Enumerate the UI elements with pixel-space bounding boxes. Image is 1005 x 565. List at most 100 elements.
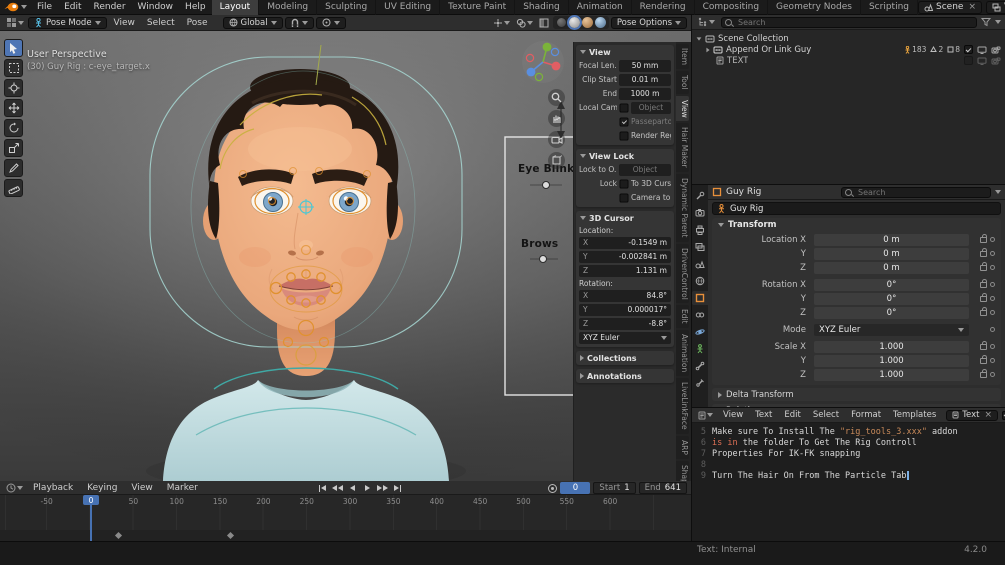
menu-view[interactable]: View bbox=[125, 483, 158, 493]
view-panel-header[interactable]: View bbox=[576, 45, 674, 59]
menu-render[interactable]: Render bbox=[88, 2, 132, 12]
filter-icon[interactable] bbox=[981, 17, 991, 27]
properties-search[interactable] bbox=[841, 187, 991, 198]
cursor-rot-y-field[interactable]: Y0.000017° bbox=[579, 304, 671, 316]
workspace-tab-geometry-nodes[interactable]: Geometry Nodes bbox=[768, 0, 861, 15]
delta-transform-panel[interactable]: Delta Transform bbox=[712, 388, 1001, 401]
tab-bone-constraint-icon[interactable] bbox=[692, 376, 708, 390]
menu-edit[interactable]: Edit bbox=[58, 2, 87, 12]
timeline-scroll-area[interactable] bbox=[0, 530, 691, 541]
code-line[interactable]: 8 bbox=[692, 459, 1005, 470]
workspace-tab-scripting[interactable]: Scripting bbox=[861, 0, 918, 15]
cursor-rotation-mode-dropdown[interactable]: XYZ Euler bbox=[579, 332, 671, 344]
lock-icon[interactable] bbox=[980, 358, 987, 364]
frame-start-field[interactable]: Start1 bbox=[593, 482, 635, 494]
rig-picker-eye-blink-label[interactable]: Eye Blink bbox=[518, 163, 574, 175]
workspace-tab-shading[interactable]: Shading bbox=[515, 0, 569, 15]
menu-select[interactable]: Select bbox=[142, 18, 180, 28]
text-checkbox[interactable] bbox=[964, 56, 973, 65]
animate-decorator-icon[interactable] bbox=[990, 265, 995, 270]
timeline-ruler[interactable]: -50050100150200250300350400450500550600 bbox=[25, 497, 632, 506]
navigation-gizmo[interactable] bbox=[521, 40, 565, 84]
menu-text[interactable]: Text bbox=[751, 410, 776, 420]
workspace-tab-rendering[interactable]: Rendering bbox=[632, 0, 695, 15]
animate-decorator-icon[interactable] bbox=[990, 282, 995, 287]
rotation-mode-dropdown[interactable]: XYZ Euler bbox=[814, 324, 969, 336]
tab-shape-keys-extra[interactable]: Shape_Keys_Extra bbox=[676, 461, 689, 481]
timeline-editor-type-button[interactable] bbox=[4, 482, 25, 494]
eye-left[interactable] bbox=[251, 187, 293, 215]
text-editor-type-button[interactable] bbox=[696, 410, 715, 421]
auto-keying-toggle[interactable] bbox=[548, 484, 557, 493]
cursor-loc-y-field[interactable]: Y-0.002841 m bbox=[579, 251, 671, 263]
camera-to-view-checkbox[interactable] bbox=[620, 193, 629, 202]
tab-render-icon[interactable] bbox=[692, 206, 708, 220]
collection-checkbox[interactable] bbox=[964, 45, 973, 54]
current-frame-field[interactable]: 0 bbox=[560, 482, 590, 494]
scale-x-field[interactable]: 1.000 bbox=[814, 341, 969, 353]
menu-playback[interactable]: Playback bbox=[27, 483, 79, 493]
playhead-frame-badge[interactable]: 0 bbox=[83, 495, 99, 505]
relations-panel[interactable]: Relations bbox=[712, 404, 1001, 407]
show-overlays-toggle[interactable] bbox=[514, 17, 535, 29]
annotations-header[interactable]: Annotations bbox=[576, 369, 674, 383]
tool-rotate[interactable] bbox=[4, 119, 23, 137]
tab-constraints-icon[interactable] bbox=[692, 308, 708, 322]
hide-viewport-icon[interactable] bbox=[977, 46, 987, 54]
transform-panel-header[interactable]: Transform bbox=[712, 218, 1001, 232]
cursor-loc-z-field[interactable]: Z1.131 m bbox=[579, 265, 671, 277]
cursor-rot-x-field[interactable]: X84.8° bbox=[579, 290, 671, 302]
tool-move[interactable] bbox=[4, 99, 23, 117]
tool-select-tweak[interactable] bbox=[4, 39, 23, 57]
tab-tool-icon[interactable] bbox=[692, 189, 708, 203]
animate-decorator-icon[interactable] bbox=[990, 358, 995, 363]
timeline-track[interactable]: -50050100150200250300350400450500550600 … bbox=[0, 495, 691, 541]
mode-selector[interactable]: Pose Mode bbox=[28, 17, 107, 29]
tab-item[interactable]: Item bbox=[676, 44, 689, 69]
menu-templates[interactable]: Templates bbox=[889, 410, 940, 420]
chevron-down-icon[interactable] bbox=[995, 190, 1001, 194]
disable-render-icon[interactable] bbox=[991, 57, 1001, 65]
menu-help[interactable]: Help bbox=[179, 2, 212, 12]
local-camera-checkbox[interactable] bbox=[620, 103, 629, 112]
clip-start-field[interactable]: 0.01 m bbox=[619, 74, 671, 86]
outliner-row-collection[interactable]: Append Or Link Guy 183 2 8 bbox=[692, 44, 1005, 55]
tab-bone-icon[interactable] bbox=[692, 359, 708, 373]
outliner-search[interactable] bbox=[721, 17, 977, 28]
brows-slider[interactable] bbox=[540, 256, 547, 263]
passepartout-checkbox[interactable] bbox=[620, 117, 629, 126]
play-reverse-button[interactable] bbox=[346, 482, 359, 494]
collections-header[interactable]: Collections bbox=[576, 351, 674, 365]
tool-select-box[interactable] bbox=[4, 59, 23, 77]
expand-icon[interactable] bbox=[706, 47, 709, 52]
snap-toggle[interactable] bbox=[285, 17, 314, 29]
viewlayer-selector[interactable]: ViewLayer × bbox=[986, 1, 1005, 14]
tab-view-layer-icon[interactable] bbox=[692, 240, 708, 254]
tool-measure[interactable] bbox=[4, 179, 23, 197]
expand-icon[interactable] bbox=[697, 37, 702, 40]
menu-keying[interactable]: Keying bbox=[81, 483, 123, 493]
tab-view[interactable]: View bbox=[676, 96, 689, 122]
tab-output-icon[interactable] bbox=[692, 223, 708, 237]
code-line[interactable]: 5Make sure To Install The "rig_tools_3.x… bbox=[692, 426, 1005, 437]
location-y-field[interactable]: 0 m bbox=[814, 248, 969, 260]
rotation-z-field[interactable]: 0° bbox=[814, 307, 969, 319]
tab-tool[interactable]: Tool bbox=[676, 71, 689, 94]
workspace-tab-modeling[interactable]: Modeling bbox=[259, 0, 317, 15]
toggle-perspective-button[interactable] bbox=[548, 152, 565, 169]
outliner-row-scene-collection[interactable]: Scene Collection bbox=[692, 33, 1005, 44]
render-region-checkbox[interactable] bbox=[620, 131, 629, 140]
location-x-field[interactable]: 0 m bbox=[814, 234, 969, 246]
pose-options-dropdown[interactable]: Pose Options bbox=[611, 17, 687, 29]
lock-icon[interactable] bbox=[980, 310, 987, 316]
lock-icon[interactable] bbox=[980, 251, 987, 257]
hide-viewport-icon[interactable] bbox=[977, 57, 987, 65]
cursor-rot-z-field[interactable]: Z-8.8° bbox=[579, 318, 671, 330]
workspace-tab-texture-paint[interactable]: Texture Paint bbox=[440, 0, 515, 15]
location-z-field[interactable]: 0 m bbox=[814, 262, 969, 274]
tab-livelinkface[interactable]: LiveLinkFace bbox=[676, 378, 689, 434]
animate-decorator-icon[interactable] bbox=[990, 237, 995, 242]
transform-orientation-selector[interactable]: Global bbox=[223, 17, 283, 29]
menu-marker[interactable]: Marker bbox=[161, 483, 204, 493]
3d-cursor-header[interactable]: 3D Cursor bbox=[576, 211, 674, 225]
